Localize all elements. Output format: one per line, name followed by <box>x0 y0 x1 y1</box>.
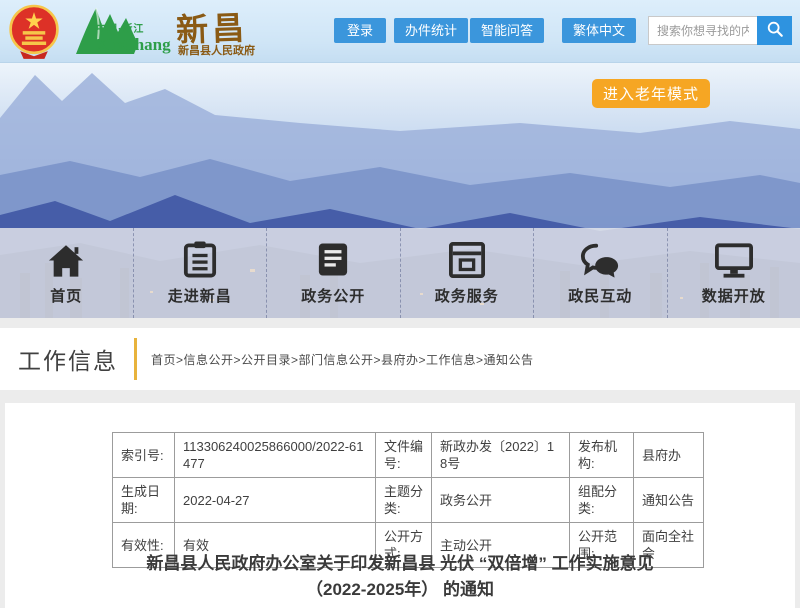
login-button[interactable]: 登录 <box>334 18 386 43</box>
article-content: 索引号: 113306240025866000/2022-61477 文件编号:… <box>5 403 795 608</box>
meta-label: 文件编号: <box>376 433 432 478</box>
nav-item-open-data[interactable]: 数据开放 <box>668 228 800 318</box>
breadcrumb[interactable]: 首页>信息公开>公开目录>部门信息公开>县府办>工作信息>通知公告 <box>151 351 534 368</box>
page: 中国·浙江 XinChang 新昌 新昌县人民政府 登录 办件统计 智能问答 繁… <box>0 0 800 608</box>
traditional-chinese-button[interactable]: 繁体中文 <box>562 18 636 43</box>
service-window-icon <box>449 241 485 278</box>
meta-label: 发布机构: <box>570 433 634 478</box>
nav-item-home[interactable]: 首页 <box>0 228 134 318</box>
document-title-line2: （2022-2025年） 的通知 <box>5 577 795 603</box>
title-divider <box>134 338 137 380</box>
nav-label: 走进新昌 <box>168 285 232 306</box>
search-button[interactable] <box>757 16 792 45</box>
nav-item-gov-disclosure[interactable]: 政务公开 <box>267 228 401 318</box>
nav-item-interaction[interactable]: 政民互动 <box>534 228 668 318</box>
section-title-band: 工作信息 首页>信息公开>公开目录>部门信息公开>县府办>工作信息>通知公告 <box>0 328 800 390</box>
document-title: 新昌县人民政府办公室关于印发新昌县 光伏 “双倍增” 工作实施意见 （2022-… <box>5 551 795 603</box>
meta-value-topic-category: 政务公开 <box>432 478 570 523</box>
meta-label: 组配分类: <box>570 478 634 523</box>
document-meta-table: 索引号: 113306240025866000/2022-61477 文件编号:… <box>112 432 704 568</box>
nav-label: 政务服务 <box>435 285 499 306</box>
meta-value-doc-number: 新政办发〔2022〕18号 <box>432 433 570 478</box>
national-emblem-icon <box>8 4 60 65</box>
page-title: 工作信息 <box>18 342 118 376</box>
search-icon <box>766 20 784 41</box>
banner: 进入老年模式 首页 <box>0 63 800 318</box>
chat-icon <box>580 241 620 278</box>
meta-value-group-category: 通知公告 <box>634 478 704 523</box>
document-title-line1: 新昌县人民政府办公室关于印发新昌县 光伏 “双倍增” 工作实施意见 <box>5 551 795 577</box>
home-icon <box>47 241 85 278</box>
nav-label: 政务公开 <box>301 285 365 306</box>
top-header: 中国·浙江 XinChang 新昌 新昌县人民政府 登录 办件统计 智能问答 繁… <box>0 0 800 63</box>
nav-label: 政民互动 <box>568 285 632 306</box>
document-icon <box>317 241 349 278</box>
elder-mode-button[interactable]: 进入老年模式 <box>592 79 710 108</box>
meta-label: 索引号: <box>113 433 175 478</box>
meta-value-issuing-agency: 县府办 <box>634 433 704 478</box>
meta-value-date: 2022-04-27 <box>175 478 376 523</box>
meta-value-index-number: 113306240025866000/2022-61477 <box>175 433 376 478</box>
nav-label: 首页 <box>50 285 82 306</box>
main-navigation: 首页 走进新昌 <box>0 228 800 318</box>
nav-label: 数据开放 <box>702 285 766 306</box>
monitor-icon <box>715 241 753 278</box>
table-row: 索引号: 113306240025866000/2022-61477 文件编号:… <box>113 433 704 478</box>
meta-label: 生成日期: <box>113 478 175 523</box>
search-input[interactable] <box>648 16 757 45</box>
smart-qa-button[interactable]: 智能问答 <box>470 18 544 43</box>
clipboard-icon <box>183 241 217 278</box>
site-name: 新昌县人民政府 <box>178 42 255 58</box>
search-box <box>648 16 792 45</box>
nav-item-gov-services[interactable]: 政务服务 <box>401 228 535 318</box>
nav-item-about[interactable]: 走进新昌 <box>134 228 268 318</box>
table-row: 生成日期: 2022-04-27 主题分类: 政务公开 组配分类: 通知公告 <box>113 478 704 523</box>
case-statistics-button[interactable]: 办件统计 <box>394 18 468 43</box>
meta-label: 主题分类: <box>376 478 432 523</box>
